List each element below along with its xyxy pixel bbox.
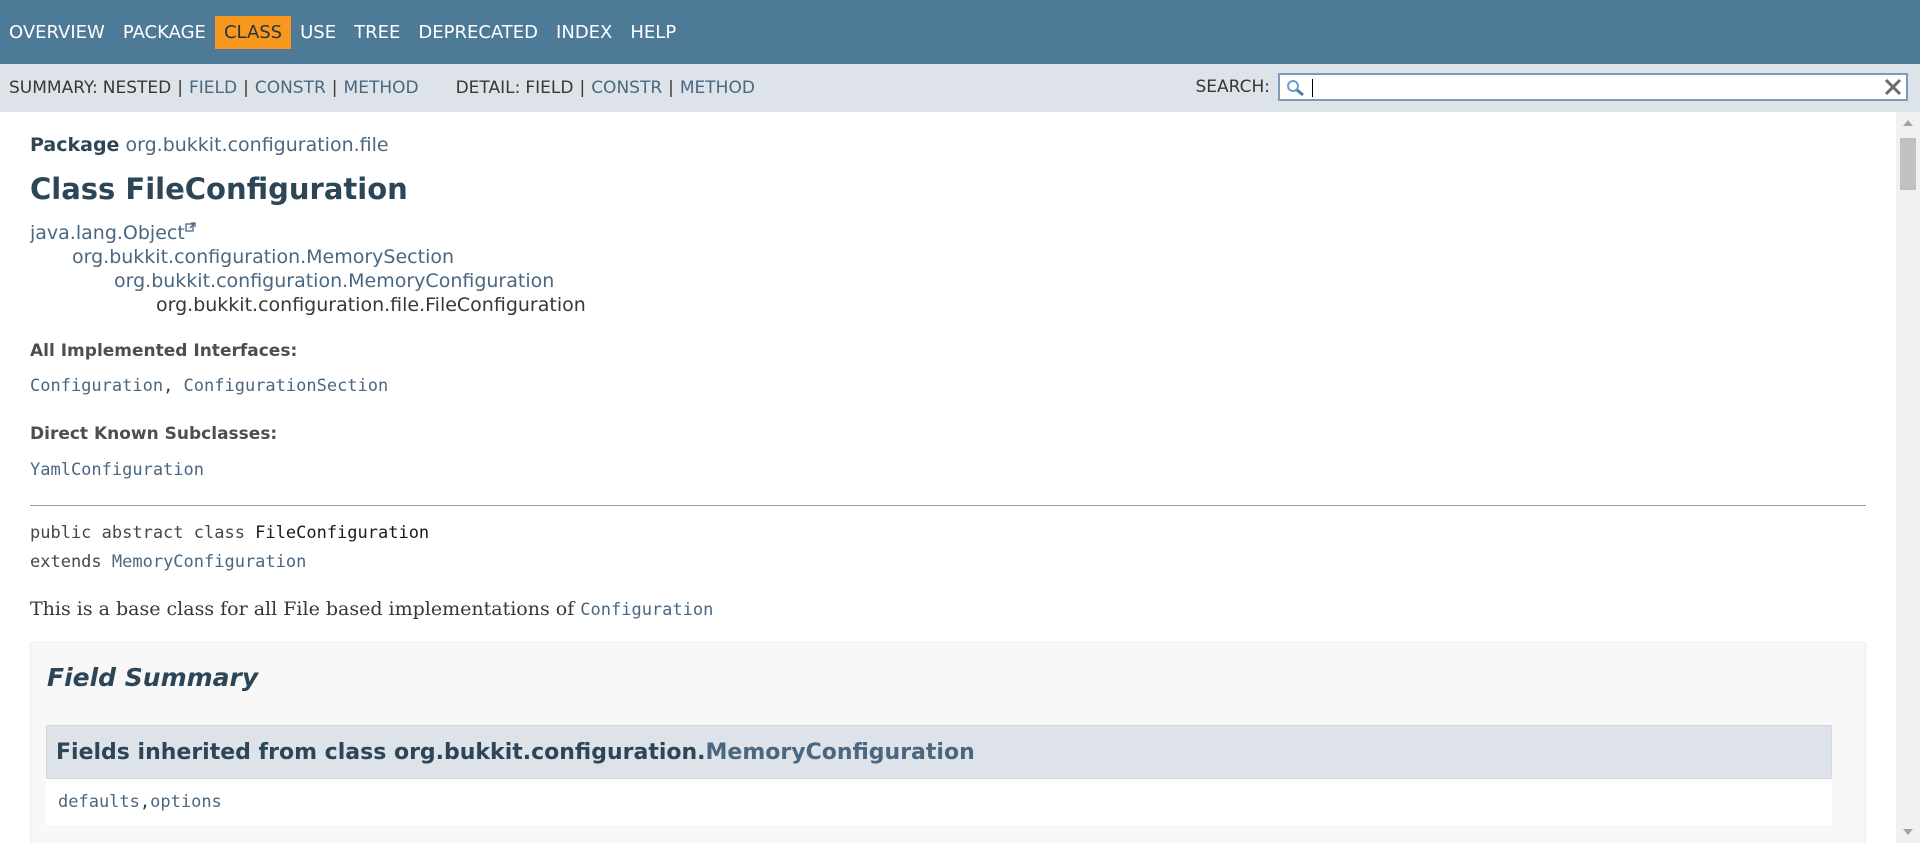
inheritance-level-3: org.bukkit.configuration.file.FileConfig…	[156, 294, 586, 316]
description-link[interactable]: Configuration	[580, 600, 713, 620]
scroll-down-arrow-icon[interactable]	[1903, 829, 1913, 835]
summary-field-link[interactable]: FIELD	[189, 78, 237, 98]
subclasses-list: YamlConfiguration	[30, 460, 204, 480]
interface-link-configuration[interactable]: Configuration	[30, 376, 163, 396]
class-signature: public abstract class FileConfiguration	[30, 523, 429, 543]
nav-package[interactable]: PACKAGE	[114, 16, 215, 49]
inheritance-level-1: org.bukkit.configuration.MemorySection	[72, 246, 454, 268]
nav-deprecated[interactable]: DEPRECATED	[409, 16, 547, 49]
class-extends: extends MemoryConfiguration	[30, 552, 306, 572]
divider	[30, 505, 1866, 506]
separator: ,	[139, 792, 151, 812]
signature-name: FileConfiguration	[255, 523, 430, 543]
field-link-defaults[interactable]: defaults	[58, 792, 140, 812]
nav-index[interactable]: INDEX	[547, 16, 621, 49]
separator: |	[331, 78, 338, 98]
description-text: This is a base class for all File based …	[30, 598, 581, 620]
page-title: Class FileConfiguration	[30, 172, 408, 206]
extends-keyword: extends	[30, 552, 112, 572]
detail-links: DETAIL: FIELD | CONSTR | METHOD	[456, 78, 755, 98]
close-icon[interactable]	[1882, 76, 1904, 98]
inheritance-link-object[interactable]: java.lang.Object	[30, 222, 185, 244]
separator: |	[177, 78, 183, 98]
interfaces-label: All Implemented Interfaces:	[30, 341, 298, 361]
class-description: This is a base class for all File based …	[30, 598, 713, 620]
vertical-scrollbar[interactable]	[1896, 112, 1920, 843]
summary-method-link[interactable]: METHOD	[344, 78, 419, 98]
nav-overview[interactable]: OVERVIEW	[0, 16, 114, 49]
external-link-icon	[185, 222, 196, 232]
separator: |	[243, 78, 249, 98]
signature-modifiers: public abstract class	[30, 523, 256, 543]
inheritance-link-memorysection[interactable]: org.bukkit.configuration.MemorySection	[72, 246, 454, 268]
interface-link-configurationsection[interactable]: ConfigurationSection	[184, 376, 389, 396]
nav-class: CLASS	[214, 15, 292, 49]
inheritance-link-memoryconfiguration[interactable]: org.bukkit.configuration.MemoryConfigura…	[114, 270, 554, 292]
field-summary-title: Field Summary	[47, 663, 259, 692]
summary-constr-link[interactable]: CONSTR	[255, 78, 326, 98]
detail-field: FIELD	[525, 78, 574, 98]
field-link-options[interactable]: options	[150, 792, 222, 812]
separator: |	[668, 78, 674, 98]
search-box[interactable]	[1278, 73, 1908, 101]
summary-links: SUMMARY: NESTED | FIELD | CONSTR | METHO…	[9, 78, 419, 98]
separator: ,	[163, 376, 184, 396]
inherited-fields-header: Fields inherited from class org.bukkit.c…	[46, 725, 1832, 779]
subclasses-label: Direct Known Subclasses:	[30, 424, 278, 444]
search-icon	[1287, 80, 1304, 97]
detail-method-link[interactable]: METHOD	[680, 78, 755, 98]
extends-link[interactable]: MemoryConfiguration	[112, 552, 306, 572]
summary-nested: NESTED	[102, 78, 172, 98]
field-summary-section: Field Summary Fields inherited from clas…	[30, 642, 1866, 843]
scrollbar-thumb[interactable]	[1900, 138, 1916, 190]
nav-help[interactable]: HELP	[621, 16, 685, 49]
top-navigation-bar: OVERVIEW PACKAGE CLASS USE TREE DEPRECAT…	[0, 0, 1920, 64]
inherited-class-link[interactable]: MemoryConfiguration	[706, 740, 975, 765]
inheritance-level-2: org.bukkit.configuration.MemoryConfigura…	[114, 270, 554, 292]
interfaces-list: Configuration, ConfigurationSection	[30, 376, 388, 396]
detail-constr-link[interactable]: CONSTR	[591, 78, 662, 98]
inheritance-current-class: org.bukkit.configuration.file.FileConfig…	[156, 294, 586, 316]
main-content: Package org.bukkit.configuration.file Cl…	[30, 112, 1866, 843]
inherited-fields-list: defaults, options	[46, 779, 1832, 825]
detail-label: DETAIL:	[455, 78, 521, 98]
separator: |	[579, 78, 586, 98]
package-link[interactable]: org.bukkit.configuration.file	[126, 134, 389, 156]
text-cursor	[1312, 79, 1313, 97]
package-label: Package	[30, 134, 120, 156]
inherited-prefix: Fields inherited from class org.bukkit.c…	[56, 739, 706, 765]
search-label: SEARCH:	[1195, 77, 1270, 97]
summary-label: SUMMARY:	[9, 78, 98, 98]
nav-use[interactable]: USE	[291, 16, 345, 49]
search-input[interactable]	[1310, 76, 1874, 100]
sub-navigation-bar: SUMMARY: NESTED | FIELD | CONSTR | METHO…	[0, 64, 1920, 112]
subclass-link-yamlconfiguration[interactable]: YamlConfiguration	[30, 460, 204, 480]
inheritance-level-0: java.lang.Object	[30, 222, 196, 244]
scroll-up-arrow-icon[interactable]	[1903, 120, 1913, 126]
search-area: SEARCH:	[1195, 73, 1908, 101]
package-line: Package org.bukkit.configuration.file	[30, 134, 389, 156]
nav-tree[interactable]: TREE	[345, 16, 409, 49]
